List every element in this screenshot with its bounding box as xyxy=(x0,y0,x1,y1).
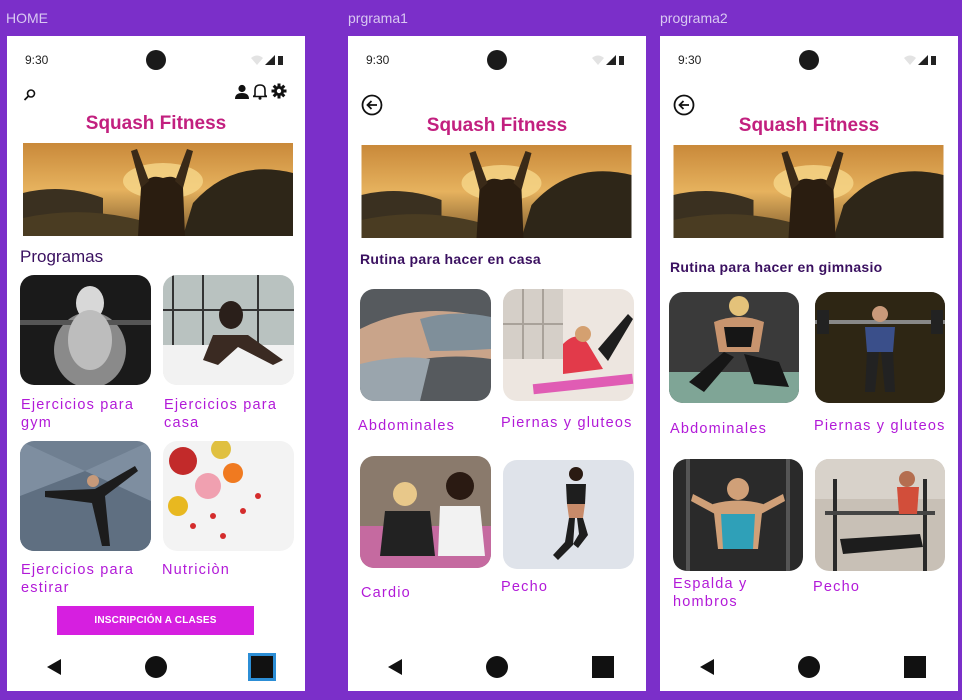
routine-card-abs-label: Abdominales xyxy=(358,418,456,434)
nav-back-button[interactable] xyxy=(700,659,714,675)
routine-card-cardio[interactable] xyxy=(360,456,491,568)
program-card-home-label: Ejercicios para casa xyxy=(164,397,278,431)
camera-cutout xyxy=(146,50,166,70)
hero-banner-image xyxy=(23,143,293,236)
program1-screen: 9:30 Squash Fitness Rutina para hacer en… xyxy=(348,36,646,691)
section-title: Rutina para hacer en casa xyxy=(360,251,542,267)
nav-back-button[interactable] xyxy=(47,659,61,675)
routine-card-chest-image xyxy=(815,459,945,571)
hero-banner-image xyxy=(672,145,945,238)
status-time: 9:30 xyxy=(366,53,390,67)
frame-label-program1: prgrama1 xyxy=(348,10,408,26)
wifi-icon xyxy=(251,55,263,65)
nav-recents-button[interactable] xyxy=(592,656,614,678)
nav-back-button[interactable] xyxy=(388,659,402,675)
section-title: Programas xyxy=(20,247,104,266)
routine-card-legs-image xyxy=(503,289,634,401)
battery-icon xyxy=(278,56,283,65)
routine-card-chest[interactable] xyxy=(503,460,634,569)
routine-card-chest[interactable] xyxy=(815,459,945,571)
status-time: 9:30 xyxy=(678,53,702,67)
nav-bar xyxy=(348,655,646,679)
program-card-stretch[interactable] xyxy=(20,441,151,551)
bell-icon[interactable] xyxy=(253,83,267,100)
status-bar: 9:30 xyxy=(660,50,958,70)
user-icon[interactable] xyxy=(234,84,250,100)
signal-icon xyxy=(265,55,275,65)
routine-card-back-shoulders-label: Espalda y hombros xyxy=(673,576,748,610)
class-signup-button[interactable]: INSCRIPCIÓN A CLASES (PRESENCIAL) xyxy=(57,606,254,655)
signal-icon xyxy=(918,55,928,65)
battery-icon xyxy=(619,56,624,65)
routine-card-abs[interactable] xyxy=(360,289,491,401)
routine-card-legs[interactable] xyxy=(815,292,945,403)
status-icons xyxy=(251,55,283,65)
frame-label-home: HOME xyxy=(6,10,48,26)
camera-cutout xyxy=(487,50,507,70)
routine-card-chest-label: Pecho xyxy=(501,579,549,595)
wifi-icon xyxy=(592,55,604,65)
program-card-gym[interactable] xyxy=(20,275,151,385)
battery-icon xyxy=(931,56,936,65)
status-icons xyxy=(904,55,936,65)
routine-card-cardio-label: Cardio xyxy=(361,585,411,601)
search-icon[interactable] xyxy=(23,88,37,102)
section-title: Rutina para hacer en gimnasio xyxy=(670,259,883,275)
status-bar: 9:30 xyxy=(348,50,646,70)
hero-banner-image xyxy=(360,145,633,238)
routine-card-abs[interactable] xyxy=(669,292,799,403)
routine-card-abs-label: Abdominales xyxy=(670,421,768,437)
routine-card-cardio-image xyxy=(360,456,491,568)
routine-card-back-shoulders-image xyxy=(673,459,803,571)
routine-card-back-shoulders[interactable] xyxy=(673,459,803,571)
app-title: Squash Fitness xyxy=(85,113,227,134)
nav-bar xyxy=(660,655,958,679)
routine-card-legs-label: Piernas y gluteos xyxy=(501,415,633,431)
status-bar: 9:30 xyxy=(7,50,305,70)
program-card-stretch-image xyxy=(20,441,151,551)
nav-home-button[interactable] xyxy=(145,656,167,678)
camera-cutout xyxy=(799,50,819,70)
nav-home-button[interactable] xyxy=(798,656,820,678)
program-card-gym-image xyxy=(20,275,151,385)
app-title: Squash Fitness xyxy=(738,115,880,136)
back-arrow-icon[interactable] xyxy=(361,94,383,116)
gear-icon[interactable] xyxy=(271,83,287,99)
program-card-nutrition-label: Nutriciòn xyxy=(162,562,231,578)
nav-recents-button[interactable] xyxy=(248,653,276,681)
status-time: 9:30 xyxy=(25,53,49,67)
nav-bar xyxy=(7,653,305,681)
routine-card-legs[interactable] xyxy=(503,289,634,401)
routine-card-chest-image xyxy=(503,460,634,569)
wifi-icon xyxy=(904,55,916,65)
program-card-nutrition-image xyxy=(163,441,294,551)
program-card-home[interactable] xyxy=(163,275,294,385)
back-arrow-icon[interactable] xyxy=(673,94,695,116)
frame-label-program2: programa2 xyxy=(660,10,728,26)
signal-icon xyxy=(606,55,616,65)
nav-recents-button[interactable] xyxy=(904,656,926,678)
program-card-gym-label: Ejercicios para gym xyxy=(21,397,135,431)
routine-card-legs-label: Piernas y gluteos xyxy=(814,418,946,434)
home-screen: 9:30 Squash Fitness Programas Ejercicios… xyxy=(7,36,305,691)
routine-card-abs-image xyxy=(669,292,799,403)
nav-home-button[interactable] xyxy=(486,656,508,678)
routine-card-abs-image xyxy=(360,289,491,401)
routine-card-legs-image xyxy=(815,292,945,403)
routine-card-chest-label: Pecho xyxy=(813,579,861,595)
status-icons xyxy=(592,55,624,65)
program-card-stretch-label: Ejercicios para estirar xyxy=(21,562,135,596)
program-card-nutrition[interactable] xyxy=(163,441,294,551)
program2-screen: 9:30 Squash Fitness Rutina para hacer en… xyxy=(660,36,958,691)
program-card-home-image xyxy=(163,275,294,385)
app-title: Squash Fitness xyxy=(426,115,568,136)
